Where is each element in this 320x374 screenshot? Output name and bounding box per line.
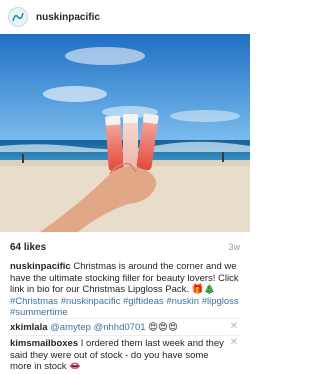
comment-item: xkimlala @amytep @nhhd0701 😍😍😍 (10, 322, 228, 334)
hashtag[interactable]: #summertime (10, 307, 68, 318)
comment-mention[interactable]: @amytep (50, 322, 91, 333)
hashtag[interactable]: #Christmas (10, 296, 58, 307)
close-icon[interactable]: ✕ (230, 321, 238, 332)
post-header: nuskinpacific (0, 0, 250, 34)
hashtag[interactable]: #nuskinpacific (61, 296, 121, 307)
comment-author[interactable]: xkimlala (10, 322, 48, 333)
divider (10, 318, 240, 319)
post-username[interactable]: nuskinpacific (36, 12, 100, 23)
divider (10, 335, 240, 336)
close-icon[interactable]: ✕ (230, 337, 238, 348)
comment-mention[interactable]: @nhhd0701 (94, 322, 146, 333)
comment-emoji: 😍😍😍 (148, 322, 178, 333)
post-timestamp: 3w (228, 242, 240, 252)
hashtag[interactable]: #nuskin (166, 296, 199, 307)
nuskin-logo-icon[interactable] (8, 7, 28, 27)
comment-emoji: 👄 (69, 361, 81, 372)
comment-item: kimsmailboxes I ordered them last week a… (10, 338, 228, 373)
post-caption: nuskinpacific Christmas is around the co… (10, 261, 242, 319)
likes-count[interactable]: 64 likes (10, 242, 46, 253)
comment-author[interactable]: kimsmailboxes (10, 338, 78, 349)
hashtag[interactable]: #giftideas (123, 296, 164, 307)
post-photo[interactable] (0, 34, 250, 232)
caption-author[interactable]: nuskinpacific (10, 261, 71, 272)
hashtag[interactable]: #lipgloss (202, 296, 239, 307)
